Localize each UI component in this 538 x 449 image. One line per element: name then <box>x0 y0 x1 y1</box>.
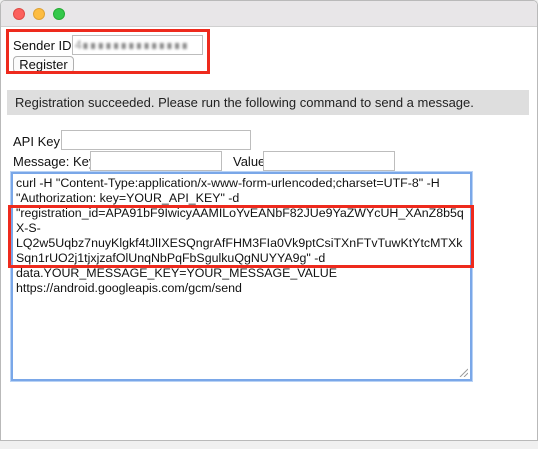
title-bar[interactable] <box>1 1 537 27</box>
message-key-input[interactable] <box>90 151 222 171</box>
main-content: Sender ID: 4∎∎∎∎∎∎∎∎∎∎∎∎∎∎ Register Regi… <box>1 27 537 440</box>
zoom-window-button[interactable] <box>53 8 65 20</box>
app-window: Sender ID: 4∎∎∎∎∎∎∎∎∎∎∎∎∎∎ Register Regi… <box>0 0 538 441</box>
command-line: "Authorization: key=YOUR_API_KEY" -d <box>16 191 240 205</box>
resize-grip-icon[interactable] <box>459 368 468 377</box>
status-message: Registration succeeded. Please run the f… <box>7 90 529 115</box>
registration-id-highlight-box <box>8 205 474 268</box>
command-line: curl -H "Content-Type:application/x-www-… <box>16 176 440 190</box>
command-line: https://android.googleapis.com/gcm/send <box>16 281 242 295</box>
api-key-input[interactable] <box>61 130 251 150</box>
close-window-button[interactable] <box>13 8 25 20</box>
message-key-label: Message: Key <box>13 154 96 169</box>
minimize-window-button[interactable] <box>33 8 45 20</box>
message-value-input[interactable] <box>263 151 395 171</box>
command-output-textarea[interactable]: curl -H "Content-Type:application/x-www-… <box>11 172 472 381</box>
command-line: data.YOUR_MESSAGE_KEY=YOUR_MESSAGE_VALUE <box>16 266 338 280</box>
sender-id-highlight-box <box>6 29 210 74</box>
message-value-label: Value <box>233 154 266 169</box>
api-key-label: API Key: <box>13 134 64 149</box>
